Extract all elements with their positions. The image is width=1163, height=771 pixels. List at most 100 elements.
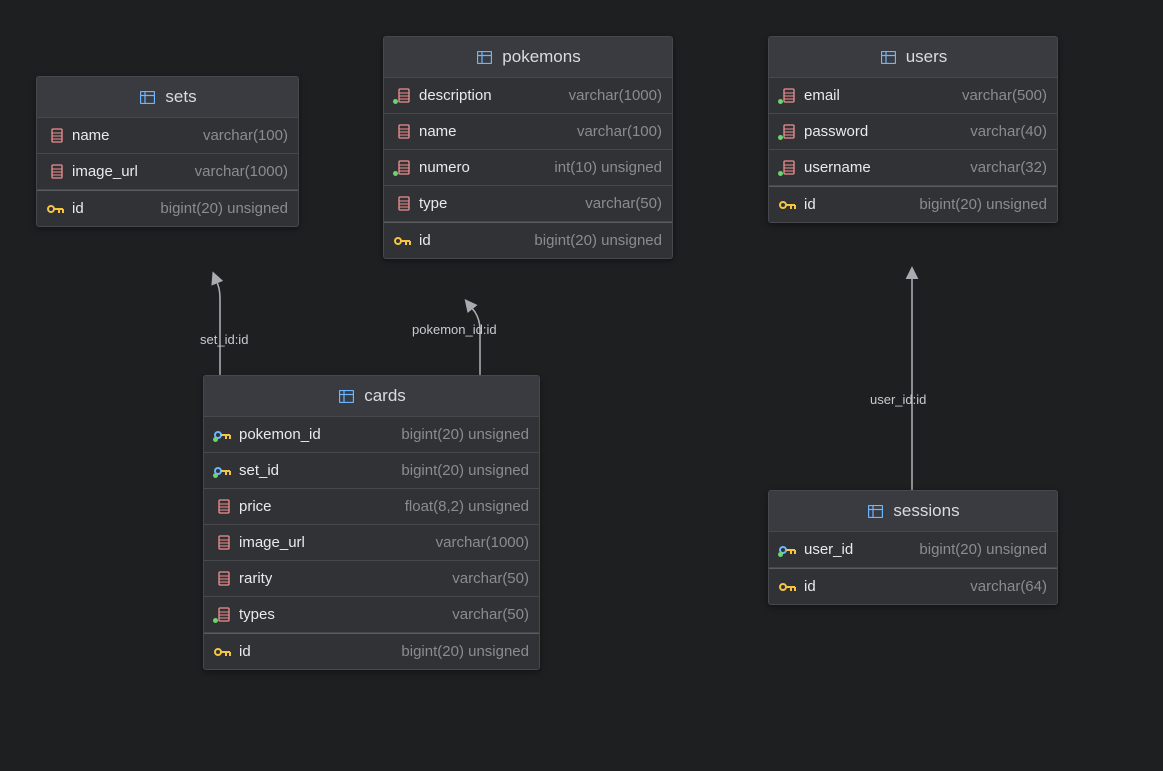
entity-header-sets[interactable]: sets [37, 77, 298, 118]
entity-cards[interactable]: cards pokemon_id bigint(20) unsigned set… [203, 375, 540, 670]
column-icon [47, 164, 66, 179]
column-row[interactable]: id bigint(20) unsigned [37, 190, 298, 226]
column-icon [214, 499, 233, 514]
column-row[interactable]: rarity varchar(50) [204, 561, 539, 597]
column-name: rarity [239, 570, 272, 587]
column-type: varchar(100) [116, 127, 288, 144]
column-type: float(8,2) unsigned [278, 498, 529, 515]
table-icon [879, 51, 898, 64]
column-row[interactable]: set_id bigint(20) unsigned [204, 453, 539, 489]
column-icon [779, 160, 798, 175]
column-row[interactable]: user_id bigint(20) unsigned [769, 532, 1057, 568]
column-icon [394, 124, 413, 139]
column-row[interactable]: image_url varchar(1000) [204, 525, 539, 561]
column-row[interactable]: description varchar(1000) [384, 78, 672, 114]
column-type: varchar(50) [453, 195, 662, 212]
column-name: user_id [804, 541, 853, 558]
foreign-key-icon [214, 465, 233, 477]
column-row[interactable]: email varchar(500) [769, 78, 1057, 114]
column-name: username [804, 159, 871, 176]
entity-title: pokemons [502, 47, 580, 67]
column-name: description [419, 87, 492, 104]
primary-key-icon [214, 646, 233, 658]
entity-sets[interactable]: sets name varchar(100) image_url varchar… [36, 76, 299, 227]
column-type: bigint(20) unsigned [822, 196, 1047, 213]
entity-title: sessions [893, 501, 959, 521]
entity-header-cards[interactable]: cards [204, 376, 539, 417]
table-icon [138, 91, 157, 104]
column-type: varchar(1000) [498, 87, 662, 104]
column-name: image_url [72, 163, 138, 180]
column-name: name [72, 127, 110, 144]
column-name: id [72, 200, 84, 217]
column-icon [394, 196, 413, 211]
column-icon [214, 535, 233, 550]
column-type: varchar(32) [877, 159, 1047, 176]
column-row[interactable]: name varchar(100) [37, 118, 298, 154]
foreign-key-icon [214, 429, 233, 441]
column-row[interactable]: id bigint(20) unsigned [769, 186, 1057, 222]
column-row[interactable]: id varchar(64) [769, 568, 1057, 604]
column-name: id [239, 643, 251, 660]
column-type: bigint(20) unsigned [327, 426, 529, 443]
entity-header-sessions[interactable]: sessions [769, 491, 1057, 532]
column-row[interactable]: name varchar(100) [384, 114, 672, 150]
column-name: name [419, 123, 457, 140]
column-row[interactable]: type varchar(50) [384, 186, 672, 222]
column-type: bigint(20) unsigned [90, 200, 288, 217]
column-type: int(10) unsigned [476, 159, 662, 176]
column-type: varchar(64) [822, 578, 1047, 595]
column-type: varchar(40) [874, 123, 1047, 140]
entity-users[interactable]: users email varchar(500) password varcha… [768, 36, 1058, 223]
column-name: numero [419, 159, 470, 176]
column-icon [47, 128, 66, 143]
column-type: varchar(500) [846, 87, 1047, 104]
entity-pokemons[interactable]: pokemons description varchar(1000) name … [383, 36, 673, 259]
column-name: id [804, 578, 816, 595]
entity-title: sets [165, 87, 196, 107]
table-icon [475, 51, 494, 64]
entity-header-users[interactable]: users [769, 37, 1057, 78]
column-row[interactable]: types varchar(50) [204, 597, 539, 633]
primary-key-icon [779, 581, 798, 593]
column-type: bigint(20) unsigned [437, 232, 662, 249]
relation-label-user-id: user_id:id [870, 392, 926, 407]
column-row[interactable]: password varchar(40) [769, 114, 1057, 150]
column-icon [779, 88, 798, 103]
column-icon [394, 88, 413, 103]
column-name: password [804, 123, 868, 140]
column-name: email [804, 87, 840, 104]
relation-label-pokemon-id: pokemon_id:id [412, 322, 497, 337]
column-name: image_url [239, 534, 305, 551]
column-type: varchar(50) [281, 606, 529, 623]
column-row[interactable]: image_url varchar(1000) [37, 154, 298, 190]
column-type: bigint(20) unsigned [257, 643, 529, 660]
primary-key-icon [394, 235, 413, 247]
relation-label-set-id: set_id:id [200, 332, 248, 347]
column-row[interactable]: numero int(10) unsigned [384, 150, 672, 186]
column-name: types [239, 606, 275, 623]
column-row[interactable]: id bigint(20) unsigned [384, 222, 672, 258]
column-name: id [804, 196, 816, 213]
column-name: price [239, 498, 272, 515]
column-type: bigint(20) unsigned [285, 462, 529, 479]
column-name: pokemon_id [239, 426, 321, 443]
column-row[interactable]: price float(8,2) unsigned [204, 489, 539, 525]
column-icon [214, 571, 233, 586]
column-row[interactable]: username varchar(32) [769, 150, 1057, 186]
primary-key-icon [779, 199, 798, 211]
column-type: bigint(20) unsigned [859, 541, 1047, 558]
column-row[interactable]: pokemon_id bigint(20) unsigned [204, 417, 539, 453]
column-type: varchar(50) [278, 570, 529, 587]
column-name: id [419, 232, 431, 249]
entity-title: users [906, 47, 948, 67]
entity-header-pokemons[interactable]: pokemons [384, 37, 672, 78]
column-name: type [419, 195, 447, 212]
foreign-key-icon [779, 544, 798, 556]
column-icon [779, 124, 798, 139]
primary-key-icon [47, 203, 66, 215]
column-type: varchar(1000) [311, 534, 529, 551]
entity-sessions[interactable]: sessions user_id bigint(20) unsigned id … [768, 490, 1058, 605]
column-row[interactable]: id bigint(20) unsigned [204, 633, 539, 669]
column-type: varchar(100) [463, 123, 662, 140]
